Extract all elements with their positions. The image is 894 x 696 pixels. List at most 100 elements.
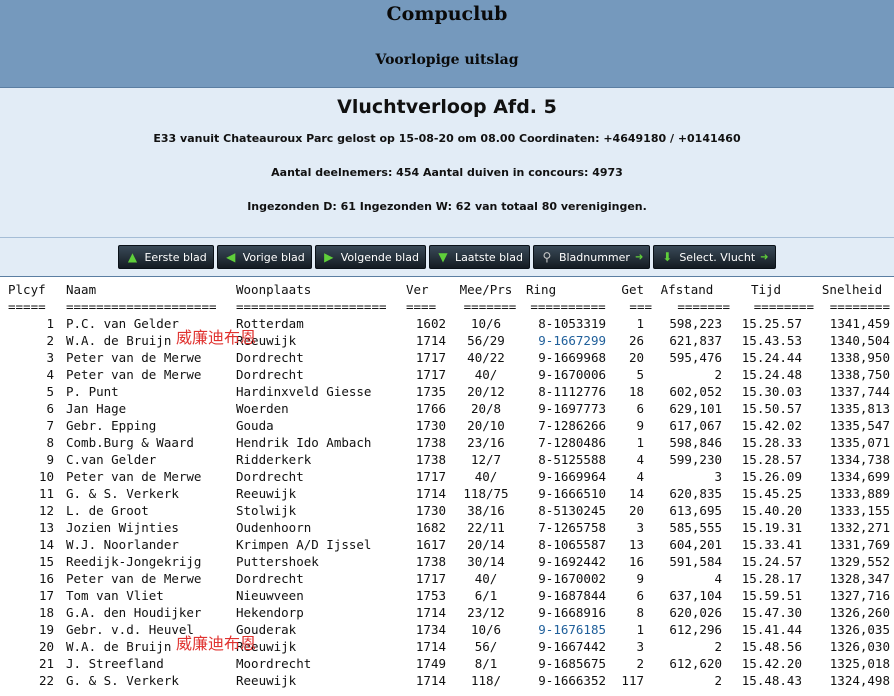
page-number-button[interactable]: ⚲ Bladnummer ➜ — [532, 245, 651, 269]
cell-residence[interactable]: Stolwijk — [236, 502, 406, 519]
cell-placing[interactable]: 2 — [8, 332, 66, 349]
cell-club-number[interactable]: 1714 — [406, 604, 458, 621]
cell-ring-number: 9-1666510 — [538, 486, 606, 501]
cell-speed: 1338,950 — [829, 350, 890, 365]
cell-name: P. Punt — [66, 384, 119, 399]
last-page-button[interactable]: ▼ Laatste blad — [428, 245, 530, 269]
cell-residence[interactable]: Dordrecht — [236, 570, 406, 587]
cell-ring-number[interactable]: 9-1667299 — [522, 332, 614, 349]
cell-residence[interactable]: Dordrecht — [236, 468, 406, 485]
cell-placing[interactable]: 10 — [8, 468, 66, 485]
cell-distance: 2 — [714, 639, 722, 654]
cell-club-number[interactable]: 1714 — [406, 485, 458, 502]
cell-placing[interactable]: 18 — [8, 604, 66, 621]
cell-club-number[interactable]: 1717 — [406, 468, 458, 485]
cell-residence[interactable]: Nieuwveen — [236, 587, 406, 604]
cell-club-number[interactable]: 1730 — [406, 417, 458, 434]
cell-distance: 599,230 — [669, 452, 722, 467]
cell-entries: 40/ — [474, 469, 498, 484]
cell-club-number[interactable]: 1738 — [406, 553, 458, 570]
cell-entries: 30/14 — [467, 554, 505, 569]
next-page-button[interactable]: ▶ Volgende blad — [314, 245, 426, 269]
cell-residence[interactable]: Reeuwijk — [236, 672, 406, 689]
cell-club-number[interactable]: 1602 — [406, 315, 458, 332]
cell-name: Gebr. v.d. Heuvel — [66, 622, 194, 637]
cell-placing[interactable]: 6 — [8, 400, 66, 417]
cell-club-number[interactable]: 1766 — [406, 400, 458, 417]
cell-placing[interactable]: 14 — [8, 536, 66, 553]
select-flight-button[interactable]: ⬇ Select. Vlucht ➜ — [653, 245, 776, 269]
cell-residence[interactable]: Reeuwijk — [236, 332, 406, 349]
cell-residence[interactable]: Hekendorp — [236, 604, 406, 621]
cell-club-number[interactable]: 1738 — [406, 451, 458, 468]
cell-residence[interactable]: Hendrik Ido Ambach — [236, 434, 406, 451]
cell-placing[interactable]: 11 — [8, 485, 66, 502]
cell-club-number[interactable]: 1717 — [406, 570, 458, 587]
cell-entries: 10/6 — [470, 622, 502, 637]
cell-time: 15.42.02 — [741, 418, 802, 433]
cell-placing[interactable]: 3 — [8, 349, 66, 366]
cell-club-number[interactable]: 1753 — [406, 587, 458, 604]
cell-club-number[interactable]: 1734 — [406, 621, 458, 638]
cell-placing[interactable]: 16 — [8, 570, 66, 587]
cell-entries: 23/16 — [467, 435, 505, 450]
cell-placing[interactable]: 13 — [8, 519, 66, 536]
cell-distance: 598,223 — [669, 316, 722, 331]
cell-residence[interactable]: Dordrecht — [236, 349, 406, 366]
cell-placing[interactable]: 17 — [8, 587, 66, 604]
cell-speed: 1338,750 — [829, 367, 890, 382]
cell-club-number[interactable]: 1714 — [406, 672, 458, 689]
table-row: 8 Comb.Burg & Waard Hendrik Ido Ambach 1738… — [8, 434, 890, 451]
cell-club-number[interactable]: 1730 — [406, 502, 458, 519]
cell-residence[interactable]: Krimpen A/D Ijssel — [236, 536, 406, 553]
cell-residence[interactable]: Moordrecht — [236, 655, 406, 672]
cell-placing[interactable]: 4 — [8, 366, 66, 383]
cell-club-number[interactable]: 1617 — [406, 536, 458, 553]
cell-club-number[interactable]: 1735 — [406, 383, 458, 400]
cell-residence[interactable]: Reeuwijk — [236, 485, 406, 502]
cell-residence[interactable]: Ridderkerk — [236, 451, 406, 468]
cell-placing[interactable]: 5 — [8, 383, 66, 400]
cell-placing[interactable]: 9 — [8, 451, 66, 468]
cell-ring-number[interactable]: 9-1676185 — [522, 621, 614, 638]
cell-entries: 20/12 — [467, 384, 505, 399]
cell-placing[interactable]: 22 — [8, 672, 66, 689]
arrow-left-icon: ◀ — [226, 250, 236, 264]
cell-club-number[interactable]: 1717 — [406, 349, 458, 366]
cell-residence[interactable]: Reeuwijk — [236, 638, 406, 655]
cell-marked: 4 — [636, 469, 644, 484]
cell-club-number[interactable]: 1738 — [406, 434, 458, 451]
cell-time: 15.25.57 — [741, 316, 802, 331]
cell-marked: 1 — [636, 316, 644, 331]
cell-residence[interactable]: Woerden — [236, 400, 406, 417]
cell-residence[interactable]: Hardinxveld Giesse — [236, 383, 406, 400]
cell-residence[interactable]: Oudenhoorn — [236, 519, 406, 536]
cell-placing[interactable]: 15 — [8, 553, 66, 570]
cell-residence[interactable]: Gouderak — [236, 621, 406, 638]
cell-placing[interactable]: 8 — [8, 434, 66, 451]
cell-time: 15.19.31 — [741, 520, 802, 535]
cell-club-number[interactable]: 1714 — [406, 332, 458, 349]
cell-placing[interactable]: 12 — [8, 502, 66, 519]
cell-entries: 20/8 — [470, 401, 502, 416]
cell-placing[interactable]: 21 — [8, 655, 66, 672]
first-page-button[interactable]: ▲ Eerste blad — [118, 245, 214, 269]
cell-ring-number: 9-1670006 — [538, 367, 606, 382]
cell-time: 15.24.57 — [741, 554, 802, 569]
cell-residence[interactable]: Gouda — [236, 417, 406, 434]
cell-time: 15.45.25 — [741, 486, 802, 501]
cell-distance: 602,052 — [669, 384, 722, 399]
cell-placing[interactable]: 7 — [8, 417, 66, 434]
cell-residence[interactable]: Dordrecht — [236, 366, 406, 383]
prev-page-button[interactable]: ◀ Vorige blad — [216, 245, 312, 269]
cell-residence[interactable]: Rotterdam — [236, 315, 406, 332]
cell-club-number[interactable]: 1714 — [406, 638, 458, 655]
cell-club-number[interactable]: 1749 — [406, 655, 458, 672]
cell-club-number[interactable]: 1717 — [406, 366, 458, 383]
cell-placing[interactable]: 20 — [8, 638, 66, 655]
cell-residence[interactable]: Puttershoek — [236, 553, 406, 570]
cell-club-number[interactable]: 1682 — [406, 519, 458, 536]
cell-placing[interactable]: 1 — [8, 315, 66, 332]
table-row: 1 P.C. van Gelder Rotterdam 1602 10/6 8-10533… — [8, 315, 890, 332]
cell-placing[interactable]: 19 — [8, 621, 66, 638]
